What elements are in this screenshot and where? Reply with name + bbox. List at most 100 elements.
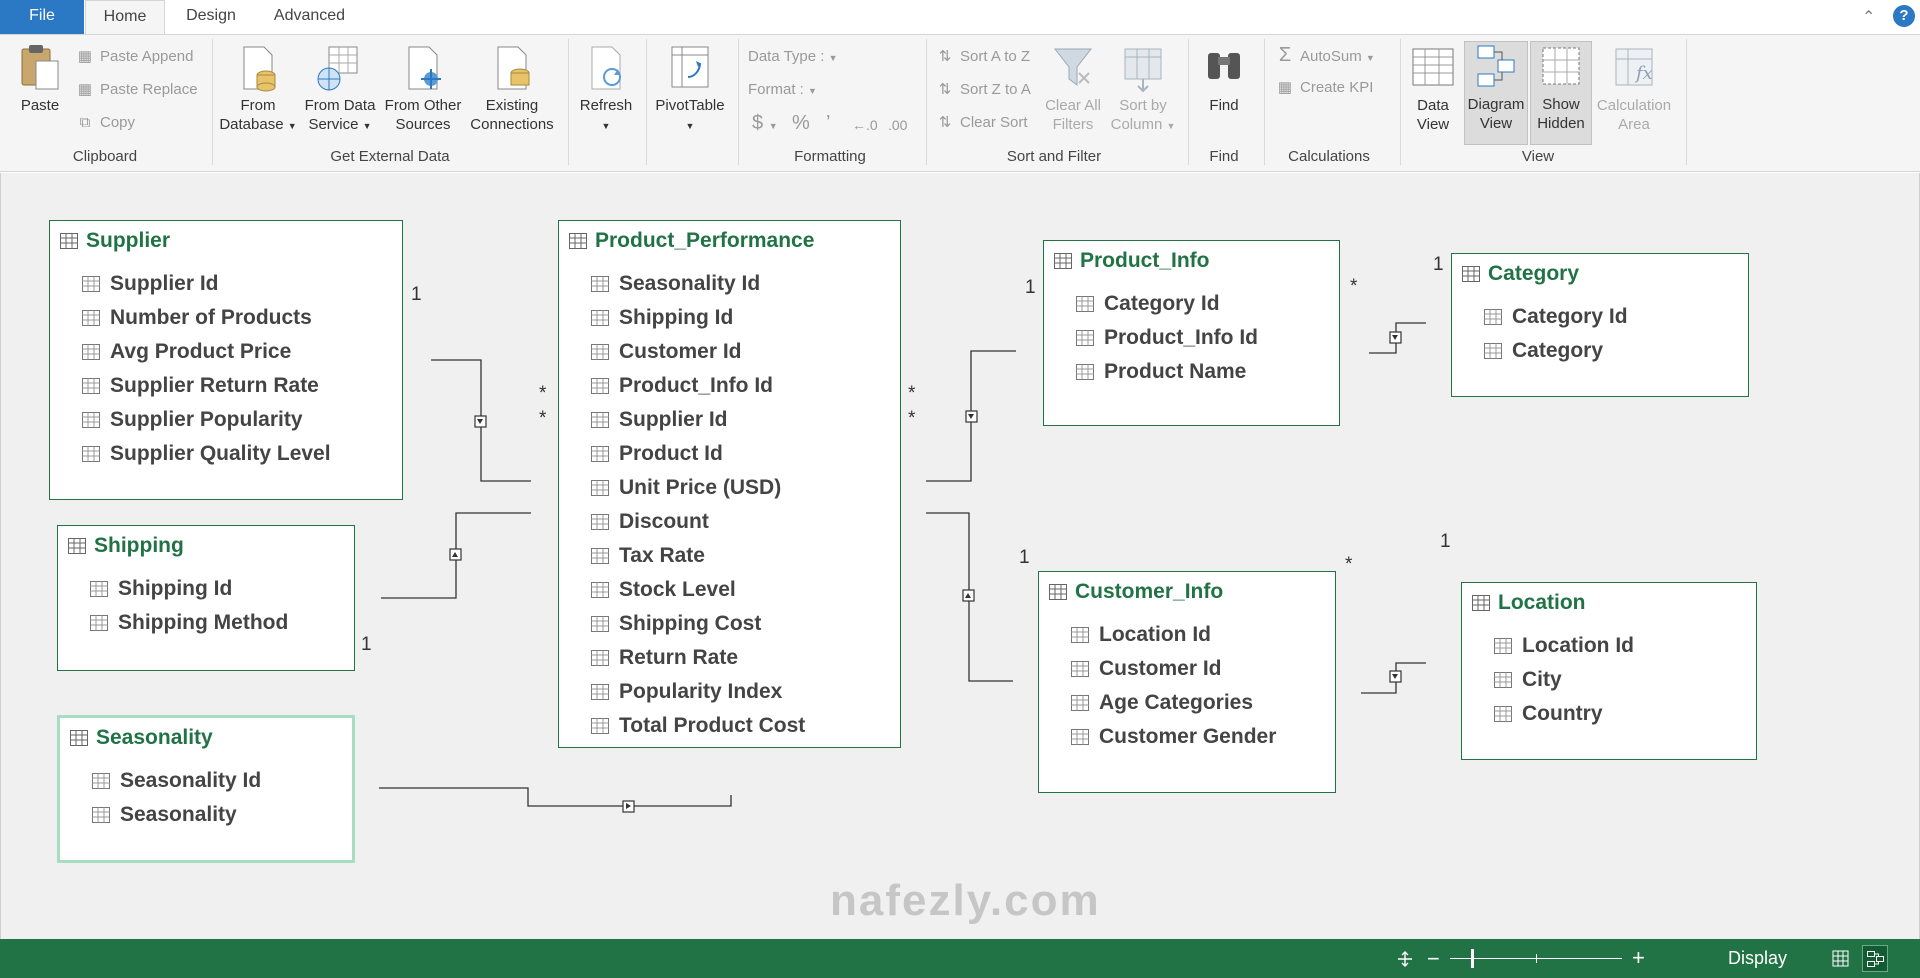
comma-format-button[interactable]: ’ xyxy=(826,113,830,133)
column-item[interactable]: Supplier Return Rate xyxy=(82,374,319,398)
table-product-info[interactable]: Product_Info Category Id Product_Info Id… xyxy=(1043,240,1340,426)
column-item[interactable]: Category xyxy=(1484,339,1603,363)
column-item[interactable]: Stock Level xyxy=(591,578,736,602)
column-item[interactable]: Total Product Cost xyxy=(591,714,805,738)
table-title: Supplier xyxy=(60,229,170,253)
paste-icon xyxy=(21,45,59,90)
column-item[interactable]: Location Id xyxy=(1071,623,1211,647)
paste-replace-button[interactable]: ▦ Paste Replace xyxy=(74,81,198,99)
existing-connections-button[interactable]: Existing Connections xyxy=(467,43,557,134)
from-data-service-button[interactable]: From Data Service ▼ xyxy=(300,43,380,136)
kpi-icon: ▦ xyxy=(1277,79,1293,96)
table-title-text: Seasonality xyxy=(96,726,213,749)
diagram-canvas[interactable]: 1 * * 1 1 * * * 1 1 * 1 * 1 Supplier Sup… xyxy=(0,173,1920,939)
diagram-view-button[interactable]: Diagram View xyxy=(1464,41,1528,145)
table-customer-info[interactable]: Customer_Info Location Id Customer Id Ag… xyxy=(1038,571,1336,793)
column-item[interactable]: Product Name xyxy=(1076,360,1246,384)
currency-format-button[interactable]: $ ▼ xyxy=(752,113,778,135)
column-item[interactable]: Product Id xyxy=(591,442,723,466)
column-item[interactable]: Shipping Cost xyxy=(591,612,761,636)
help-icon[interactable]: ? xyxy=(1893,5,1915,27)
data-view-button[interactable]: Data View xyxy=(1404,43,1462,134)
tab-advanced[interactable]: Advanced xyxy=(262,0,357,34)
column-item[interactable]: Seasonality Id xyxy=(591,272,760,296)
column-item[interactable]: Category Id xyxy=(1076,292,1220,316)
clear-sort-button[interactable]: ⇅ Clear Sort xyxy=(934,114,1028,132)
paste-button[interactable]: Paste xyxy=(12,43,68,115)
column-item[interactable]: Supplier Id xyxy=(82,272,219,296)
zoom-out-button[interactable]: − xyxy=(1427,946,1440,972)
table-title-text: Product_Info xyxy=(1080,249,1210,272)
percent-format-button[interactable]: % xyxy=(792,113,810,133)
column-item[interactable]: City xyxy=(1494,668,1562,692)
column-item[interactable]: Discount xyxy=(591,510,709,534)
paste-append-button[interactable]: ▦ Paste Append xyxy=(74,48,194,66)
pivottable-button[interactable]: PivotTable ▼ xyxy=(652,43,728,136)
table-supplier[interactable]: Supplier Supplier Id Number of Products … xyxy=(49,220,403,500)
calculation-area-button[interactable]: fx Calculation Area xyxy=(1594,43,1674,134)
from-other-sources-button[interactable]: From Other Sources xyxy=(381,43,465,134)
calculation-area-label-2: Area xyxy=(1618,116,1650,133)
column-item[interactable]: Avg Product Price xyxy=(82,340,291,364)
column-item[interactable]: Shipping Method xyxy=(90,611,288,635)
column-item[interactable]: Location Id xyxy=(1494,634,1634,658)
diagram-view-status-button[interactable] xyxy=(1862,945,1888,972)
table-location[interactable]: Location Location Id City Country xyxy=(1461,582,1757,760)
copy-button[interactable]: ⧉ Copy xyxy=(74,114,135,132)
cardinality-many: * xyxy=(539,383,547,404)
format-dropdown[interactable]: Format : ▼ xyxy=(748,81,817,100)
column-item[interactable]: Unit Price (USD) xyxy=(591,476,781,500)
sort-z-to-a-button[interactable]: ⇅ Sort Z to A xyxy=(934,81,1031,99)
grid-view-icon[interactable] xyxy=(1832,950,1849,967)
create-kpi-button[interactable]: ▦ Create KPI xyxy=(1274,79,1373,97)
sort-by-column-button[interactable]: Sort by Column ▼ xyxy=(1108,43,1178,136)
column-item[interactable]: Supplier Id xyxy=(591,408,728,432)
autosum-button[interactable]: Σ AutoSum ▼ xyxy=(1274,45,1375,67)
table-title-text: Shipping xyxy=(94,534,184,557)
column-item[interactable]: Category Id xyxy=(1484,305,1628,329)
group-separator xyxy=(1264,39,1265,165)
table-seasonality[interactable]: Seasonality Seasonality Id Seasonality xyxy=(57,715,355,863)
column-item[interactable]: Seasonality Id xyxy=(92,769,261,793)
table-category[interactable]: Category Category Id Category xyxy=(1451,253,1749,397)
column-item[interactable]: Customer Id xyxy=(591,340,742,364)
column-item[interactable]: Country xyxy=(1494,702,1603,726)
column-item[interactable]: Shipping Id xyxy=(591,306,733,330)
column-item[interactable]: Tax Rate xyxy=(591,544,705,568)
column-item[interactable]: Number of Products xyxy=(82,306,312,330)
tab-home[interactable]: Home xyxy=(85,0,165,35)
column-item[interactable]: Customer Gender xyxy=(1071,725,1276,749)
zoom-in-button[interactable]: + xyxy=(1632,945,1645,971)
zoom-slider-thumb[interactable] xyxy=(1471,949,1474,968)
column-item[interactable]: Shipping Id xyxy=(90,577,232,601)
column-icon xyxy=(82,378,100,394)
clear-all-filters-button[interactable]: Clear All Filters xyxy=(1038,43,1108,134)
refresh-button[interactable]: Refresh ▼ xyxy=(574,43,638,136)
column-name: Supplier Id xyxy=(619,408,728,431)
from-database-button[interactable]: From Database ▼ xyxy=(218,43,298,136)
show-hidden-button[interactable]: Show Hidden xyxy=(1530,41,1592,145)
tab-file[interactable]: File xyxy=(0,0,84,34)
tab-design[interactable]: Design xyxy=(172,0,250,34)
column-item[interactable]: Product_Info Id xyxy=(591,374,773,398)
column-item[interactable]: Supplier Popularity xyxy=(82,408,303,432)
column-item[interactable]: Popularity Index xyxy=(591,680,782,704)
data-type-dropdown[interactable]: Data Type : ▼ xyxy=(748,48,838,67)
column-item[interactable]: Customer Id xyxy=(1071,657,1222,681)
column-item[interactable]: Return Rate xyxy=(591,646,738,670)
sort-z-to-a-label: Sort Z to A xyxy=(960,81,1031,98)
decrease-decimal-button[interactable]: .00 xyxy=(888,116,907,134)
column-icon xyxy=(591,718,609,734)
table-product-performance[interactable]: Product_Performance Seasonality Id Shipp… xyxy=(558,220,901,748)
column-item[interactable]: Seasonality xyxy=(92,803,237,827)
sort-a-to-z-button[interactable]: ⇅ Sort A to Z xyxy=(934,48,1030,66)
increase-decimal-button[interactable]: ←.0 xyxy=(852,116,878,134)
column-item[interactable]: Age Categories xyxy=(1071,691,1253,715)
relationship-line-seasonality[interactable] xyxy=(379,787,732,807)
fit-to-screen-icon[interactable] xyxy=(1397,951,1413,967)
column-item[interactable]: Product_Info Id xyxy=(1076,326,1258,350)
collapse-ribbon-icon[interactable]: ⌃ xyxy=(1862,7,1875,27)
column-item[interactable]: Supplier Quality Level xyxy=(82,442,331,466)
find-button[interactable]: Find xyxy=(1196,43,1252,115)
table-shipping[interactable]: Shipping Shipping Id Shipping Method xyxy=(57,525,355,671)
